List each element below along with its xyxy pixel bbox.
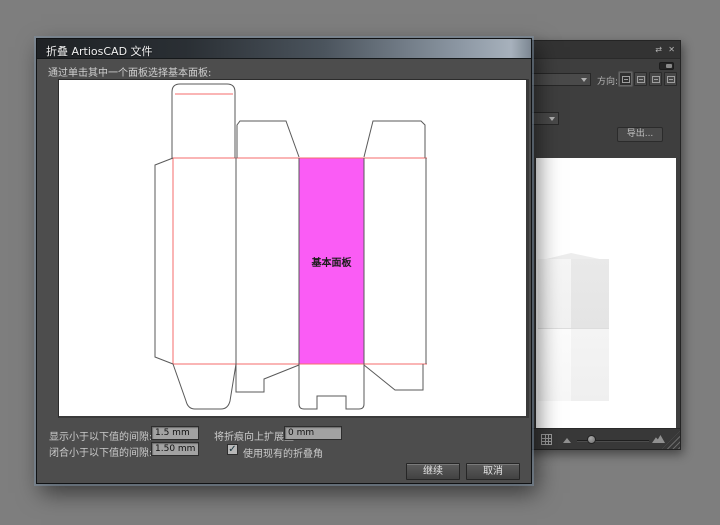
zoom-out-icon[interactable] [563, 438, 571, 443]
dropdown-arrow-icon [581, 78, 587, 82]
direction-option-1-button[interactable] [619, 72, 632, 86]
dieline-drawing [59, 80, 530, 419]
box-upper-left-face [538, 259, 571, 329]
top-flap-left-outline [237, 121, 299, 158]
panel-menu-toggle[interactable] [659, 62, 674, 70]
box-lower-left-face [538, 329, 571, 401]
fold-direction-icon [637, 76, 645, 83]
top-flap-right-outline [364, 121, 425, 158]
folded-box-3d-render [538, 253, 609, 403]
direction-option-2-button[interactable] [634, 72, 647, 86]
fold-direction-icon [652, 76, 660, 83]
3d-preview-area[interactable] [535, 158, 676, 429]
display-gap-label: 显示小于以下值的间隙: [49, 428, 152, 443]
direction-option-3-button[interactable] [649, 72, 662, 86]
close-gap-label: 闭合小于以下值的间隙: [49, 444, 152, 459]
use-existing-folds-checkbox[interactable]: ✓ [227, 444, 238, 455]
close-gap-input[interactable] [151, 442, 199, 456]
close-icon[interactable]: ✕ [668, 45, 675, 55]
use-existing-folds-label: 使用现有的折叠角 [243, 445, 323, 460]
zoom-slider-knob[interactable] [587, 435, 596, 444]
dialog-titlebar[interactable]: 折叠 ArtiosCAD 文件 [37, 39, 531, 59]
glue-flap-outline [155, 158, 173, 364]
background-panel-window: ⇄ ✕ 方向: 导出... [524, 40, 681, 450]
background-titlebar: ⇄ ✕ [525, 41, 680, 59]
bottom-right-flap-outline [364, 364, 423, 390]
resize-grip[interactable] [662, 431, 680, 449]
continue-button[interactable]: 继续 [406, 463, 460, 480]
base-panel-click-target[interactable]: 基本面板 [299, 158, 364, 364]
export-button[interactable]: 导出... [617, 127, 663, 142]
fold-artioscad-dialog: 折叠 ArtiosCAD 文件 通过单击其中一个面板选择基本面板: [36, 38, 532, 484]
bottom-notched-flap-outline [299, 364, 364, 409]
extend-crease-input[interactable] [284, 426, 342, 440]
direction-label: 方向: [597, 74, 618, 87]
dropdown-arrow-icon [549, 117, 555, 121]
grid-icon[interactable] [541, 434, 552, 445]
box-lower-right-face [571, 329, 609, 401]
direction-option-4-button[interactable] [664, 72, 677, 86]
tuck-flap-outline [172, 84, 235, 158]
bottom-taper-flap-outline [173, 364, 236, 409]
box-upper-right-face [571, 259, 609, 329]
fold-direction-icon [667, 76, 675, 83]
display-gap-input[interactable] [151, 426, 199, 440]
collapse-icon[interactable]: ⇄ [655, 45, 662, 55]
base-panel-label: 基本面板 [312, 254, 352, 269]
zoom-in-icon[interactable] [652, 435, 665, 443]
bottom-step-flap-outline [236, 364, 299, 392]
box-fold-seam [538, 328, 609, 329]
dieline-canvas[interactable]: 基本面板 [58, 79, 529, 418]
dialog-title: 折叠 ArtiosCAD 文件 [46, 43, 153, 59]
preview-statusbar [525, 428, 680, 449]
style-dropdown[interactable] [527, 73, 591, 86]
dialog-instruction: 通过单击其中一个面板选择基本面板: [48, 64, 211, 79]
cancel-button[interactable]: 取消 [466, 463, 520, 480]
fold-direction-icon [622, 76, 630, 83]
